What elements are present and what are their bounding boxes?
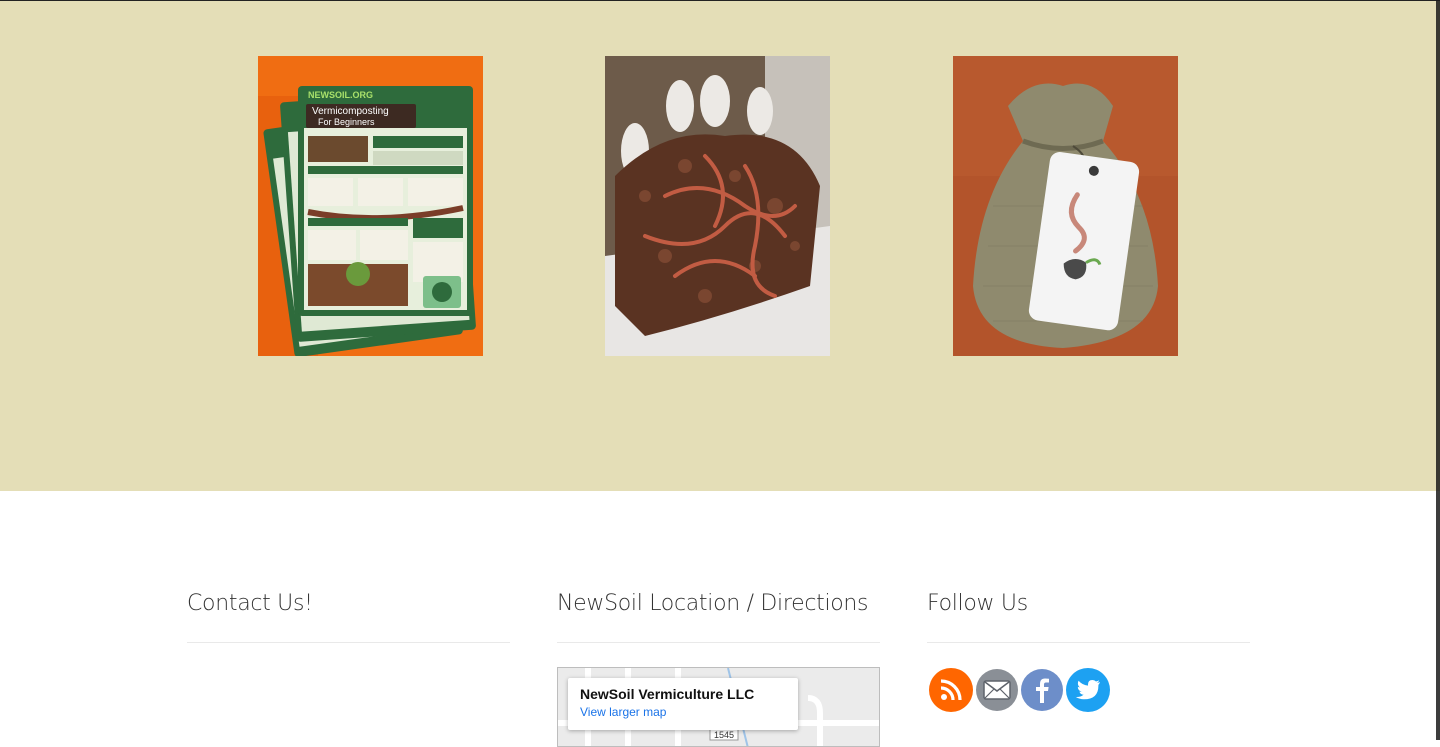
contact-heading: Contact Us! bbox=[187, 591, 313, 616]
follow-column: Follow Us bbox=[927, 588, 1250, 643]
booklet-photo[interactable]: NEWSOIL.ORG Vermicomposting For Beginner… bbox=[258, 56, 483, 356]
gallery-section: NEWSOIL.ORG Vermicomposting For Beginner… bbox=[0, 0, 1440, 491]
map-place-name: NewSoil Vermiculture LLC bbox=[580, 686, 755, 702]
facebook-icon bbox=[1036, 678, 1049, 703]
location-divider bbox=[557, 642, 880, 643]
booklet-image: NEWSOIL.ORG Vermicomposting For Beginner… bbox=[258, 56, 483, 356]
contact-divider bbox=[187, 642, 510, 643]
rss-icon bbox=[940, 679, 962, 701]
booklet-title: Vermicomposting bbox=[312, 106, 389, 117]
window-edge bbox=[1436, 0, 1440, 740]
location-column: NewSoil Location / Directions bbox=[557, 588, 880, 643]
booklet-subtitle: For Beginners bbox=[318, 117, 375, 127]
map-info-card: NewSoil Vermiculture LLC View larger map bbox=[568, 678, 798, 730]
rss-button[interactable] bbox=[929, 668, 973, 712]
follow-heading: Follow Us bbox=[927, 591, 1028, 616]
email-icon bbox=[983, 680, 1011, 700]
contact-column: Contact Us! bbox=[187, 588, 510, 643]
location-heading: NewSoil Location / Directions bbox=[557, 591, 869, 616]
bag-photo[interactable] bbox=[953, 56, 1178, 356]
location-map[interactable]: 1545 NewSoil Vermiculture LLC View large… bbox=[557, 667, 880, 747]
email-button[interactable] bbox=[976, 669, 1018, 711]
social-icons bbox=[929, 668, 1110, 712]
facebook-button[interactable] bbox=[1021, 669, 1063, 711]
twitter-icon bbox=[1075, 680, 1100, 700]
view-larger-map-link[interactable]: View larger map bbox=[580, 705, 786, 719]
bag-image bbox=[953, 56, 1178, 356]
twitter-button[interactable] bbox=[1066, 668, 1110, 712]
booklet-brand: NEWSOIL.ORG bbox=[308, 90, 373, 100]
worms-photo[interactable] bbox=[605, 56, 830, 356]
road-label: 1545 bbox=[714, 730, 734, 740]
worms-image bbox=[605, 56, 830, 356]
follow-divider bbox=[927, 642, 1250, 643]
